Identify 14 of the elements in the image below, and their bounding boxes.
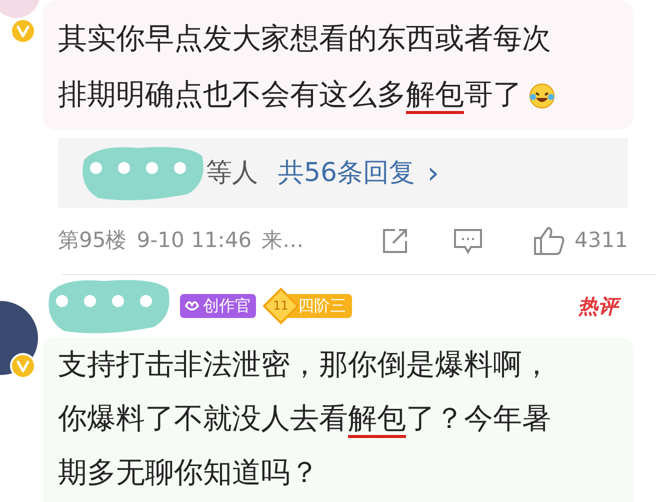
comment-location: 来… bbox=[262, 227, 304, 254]
reply-names: 等人 bbox=[206, 156, 258, 190]
comment-time: 9-10 11:46 bbox=[136, 227, 252, 254]
floor-number: 第95楼 bbox=[58, 227, 127, 254]
creator-badge: 创作官 bbox=[180, 294, 256, 318]
comment-text: 支持打击非法泄密，那你倒是爆料啊，你爆料了不就没人去看解包了？今年暑期多无聊你知道吗？ bbox=[58, 346, 552, 491]
comment-text: 其实你早点发大家想看的东西或者每次排期明确点也不会有这么多解包哥了 bbox=[58, 10, 558, 122]
like-count: 4311 bbox=[574, 227, 628, 254]
share-icon[interactable] bbox=[380, 227, 409, 255]
thumbs-up-icon[interactable] bbox=[532, 226, 565, 256]
reply-preview-box[interactable]: 等人 共56条回复 › bbox=[58, 138, 628, 208]
chevron-icon: › bbox=[427, 150, 440, 196]
reply-count-link[interactable]: 共56条回复 bbox=[278, 154, 416, 192]
comment-icon[interactable] bbox=[452, 227, 483, 255]
